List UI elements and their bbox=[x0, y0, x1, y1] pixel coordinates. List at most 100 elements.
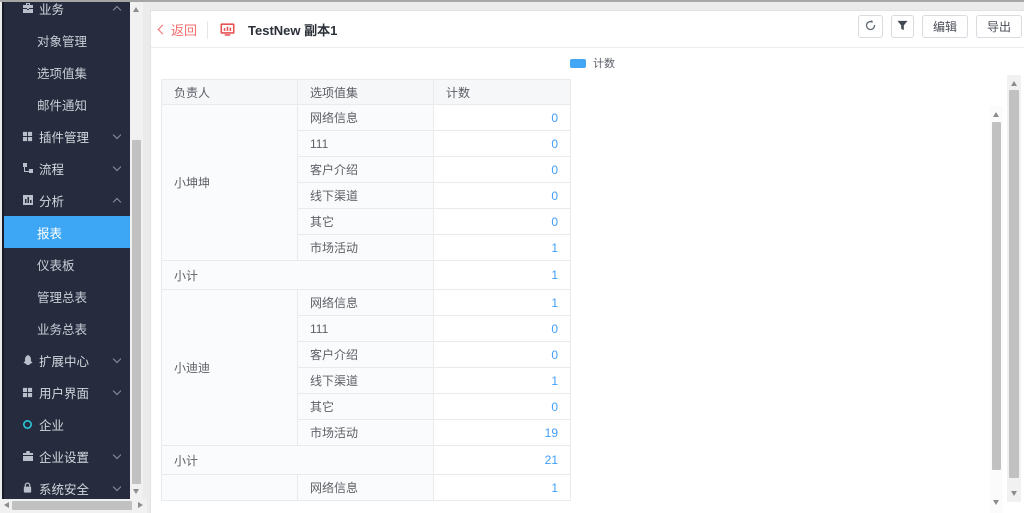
refresh-icon bbox=[864, 19, 877, 35]
option-cell: 111 bbox=[298, 316, 434, 342]
edit-button[interactable]: 编辑 bbox=[922, 15, 968, 38]
scroll-down-arrow-icon[interactable] bbox=[133, 489, 139, 494]
lock-icon bbox=[21, 482, 34, 495]
chevron-down-icon bbox=[113, 483, 121, 491]
sidebar-vertical-scrollbar[interactable] bbox=[130, 2, 143, 499]
sidebar-item-label: 管理总表 bbox=[37, 287, 87, 306]
toolbar-divider bbox=[207, 21, 208, 39]
option-cell: 其它 bbox=[298, 209, 434, 235]
sidebar-item-label: 仪表板 bbox=[37, 255, 75, 274]
option-cell: 线下渠道 bbox=[298, 368, 434, 394]
sidebar-item-label: 企业设置 bbox=[39, 447, 89, 466]
scrollbar-thumb[interactable] bbox=[992, 122, 1001, 470]
count-cell[interactable]: 0 bbox=[434, 131, 571, 157]
sidebar-item-enterprise-settings[interactable]: 企业设置 bbox=[4, 440, 130, 472]
sidebar-item-label: 业务 bbox=[39, 2, 64, 18]
option-cell: 111 bbox=[298, 131, 434, 157]
chevron-down-icon bbox=[113, 131, 121, 139]
legend-label: 计数 bbox=[593, 55, 615, 71]
flow-icon bbox=[21, 162, 34, 175]
chevron-up-icon bbox=[113, 198, 121, 206]
table-vertical-scrollbar[interactable] bbox=[990, 106, 1003, 513]
scroll-down-arrow-icon[interactable] bbox=[993, 500, 999, 505]
count-cell[interactable]: 1 bbox=[434, 235, 571, 261]
count-cell[interactable]: 0 bbox=[434, 157, 571, 183]
sidebar-item-reports[interactable]: 报表 bbox=[4, 216, 130, 248]
window-top-border bbox=[0, 0, 1024, 2]
sidebar-item-business-summary[interactable]: 业务总表 bbox=[4, 312, 130, 344]
page-vertical-scrollbar[interactable] bbox=[1007, 75, 1021, 502]
scroll-up-arrow-icon[interactable] bbox=[993, 112, 999, 117]
sidebar-item-dashboard[interactable]: 仪表板 bbox=[4, 248, 130, 280]
sidebar-item-label: 系统安全 bbox=[39, 479, 89, 498]
scroll-down-arrow-icon[interactable] bbox=[1011, 491, 1017, 496]
page-title: TestNew 副本1 bbox=[248, 20, 337, 39]
scrollbar-thumb[interactable] bbox=[132, 140, 141, 484]
back-button[interactable]: 返回 bbox=[157, 20, 197, 39]
owner-cell: 小迪迪 bbox=[162, 290, 298, 446]
sidebar-item-extension-center[interactable]: 扩展中心 bbox=[4, 344, 130, 376]
refresh-button[interactable] bbox=[858, 15, 883, 38]
sidebar-item-option-value-sets[interactable]: 选项值集 bbox=[4, 56, 130, 88]
scroll-left-arrow-icon[interactable] bbox=[4, 502, 9, 508]
sidebar-item-business[interactable]: 业务 bbox=[4, 2, 130, 24]
sidebar-item-object-management[interactable]: 对象管理 bbox=[4, 24, 130, 56]
sidebar-item-label: 业务总表 bbox=[37, 319, 87, 338]
sidebar-horizontal-scrollbar[interactable] bbox=[0, 499, 147, 513]
briefcase-icon bbox=[21, 2, 34, 15]
count-cell[interactable]: 0 bbox=[434, 209, 571, 235]
extension-icon bbox=[21, 354, 34, 367]
sidebar-item-enterprise[interactable]: 企业 bbox=[4, 408, 130, 440]
chevron-left-icon bbox=[158, 25, 168, 35]
sidebar-item-user-interface[interactable]: 用户界面 bbox=[4, 376, 130, 408]
sidebar-item-analysis[interactable]: 分析 bbox=[4, 184, 130, 216]
filter-button[interactable] bbox=[891, 15, 914, 38]
sidebar-item-management-summary[interactable]: 管理总表 bbox=[4, 280, 130, 312]
sidebar-item-plugin-management[interactable]: 插件管理 bbox=[4, 120, 130, 152]
chart-icon bbox=[21, 194, 34, 207]
scroll-up-arrow-icon[interactable] bbox=[133, 7, 139, 12]
count-cell[interactable]: 0 bbox=[434, 105, 571, 131]
count-cell[interactable]: 0 bbox=[434, 342, 571, 368]
toolbar: 返回 TestNew 副本1 bbox=[151, 11, 1024, 48]
sidebar-item-system-security[interactable]: 系统安全 bbox=[4, 472, 130, 499]
column-header-owner: 负责人 bbox=[162, 80, 298, 105]
option-cell: 网络信息 bbox=[298, 475, 434, 501]
sidebar-item-workflow[interactable]: 流程 bbox=[4, 152, 130, 184]
grid-icon bbox=[21, 130, 34, 143]
chart-legend: 计数 bbox=[570, 55, 615, 71]
grid-icon bbox=[21, 386, 34, 399]
owner-cell bbox=[162, 475, 298, 501]
subtotal-row: 小计21 bbox=[162, 446, 571, 475]
sidebar-item-label: 企业 bbox=[39, 415, 64, 434]
export-button[interactable]: 导出 bbox=[976, 15, 1022, 38]
sidebar-item-label: 选项值集 bbox=[37, 63, 87, 82]
subtotal-count-cell[interactable]: 21 bbox=[434, 446, 571, 475]
scrollbar-thumb[interactable] bbox=[1009, 90, 1019, 478]
sidebar-item-mail-notification[interactable]: 邮件通知 bbox=[4, 88, 130, 120]
sidebar-item-label: 插件管理 bbox=[39, 127, 89, 146]
scrollbar-thumb[interactable] bbox=[12, 501, 132, 510]
option-cell: 网络信息 bbox=[298, 105, 434, 131]
option-cell: 线下渠道 bbox=[298, 183, 434, 209]
subtotal-label-cell: 小计 bbox=[162, 446, 434, 475]
table-body: 小坤坤网络信息01110客户介绍0线下渠道0其它0市场活动1小计1小迪迪网络信息… bbox=[162, 105, 571, 501]
count-cell[interactable]: 1 bbox=[434, 290, 571, 316]
count-cell[interactable]: 19 bbox=[434, 420, 571, 446]
chevron-down-icon bbox=[113, 451, 121, 459]
count-cell[interactable]: 0 bbox=[434, 394, 571, 420]
count-cell[interactable]: 0 bbox=[434, 316, 571, 342]
sidebar-item-label: 对象管理 bbox=[37, 31, 87, 50]
column-header-count: 计数 bbox=[434, 80, 571, 105]
chevron-down-icon bbox=[113, 355, 121, 363]
option-cell: 客户介绍 bbox=[298, 342, 434, 368]
subtotal-count-cell[interactable]: 1 bbox=[434, 261, 571, 290]
count-cell[interactable]: 1 bbox=[434, 475, 571, 501]
count-cell[interactable]: 0 bbox=[434, 183, 571, 209]
report-icon bbox=[220, 22, 235, 37]
scroll-up-arrow-icon[interactable] bbox=[1011, 81, 1017, 86]
count-cell[interactable]: 1 bbox=[434, 368, 571, 394]
report-table: 负责人选项值集计数 小坤坤网络信息01110客户介绍0线下渠道0其它0市场活动1… bbox=[161, 79, 571, 501]
scroll-right-arrow-icon[interactable] bbox=[138, 502, 143, 508]
owner-cell: 小坤坤 bbox=[162, 105, 298, 261]
